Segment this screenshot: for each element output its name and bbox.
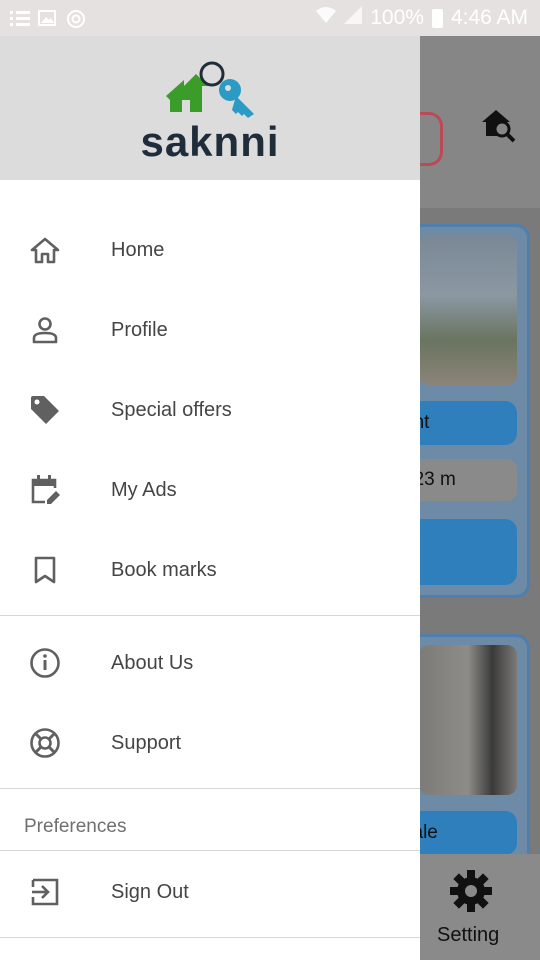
signal-icon — [344, 6, 363, 30]
battery-percentage: 100% — [370, 6, 424, 29]
clock: 4:46 AM — [450, 6, 528, 29]
wifi-icon — [316, 6, 337, 30]
sync-notification-icon — [66, 9, 85, 28]
menu-item-label: Special offers — [111, 398, 232, 421]
menu-item-profile[interactable]: Profile — [0, 290, 420, 370]
saknni-logo-text: saknni — [140, 118, 280, 165]
background-listing-card: ent 123 m — [420, 224, 530, 598]
menu-item-sign-out[interactable]: Sign Out — [0, 852, 420, 932]
notification-list-icon — [10, 9, 30, 27]
house-search-icon — [478, 104, 518, 149]
listing-type-tag: ent — [420, 401, 517, 445]
menu-item-label: Home — [111, 238, 165, 261]
drawer-header: saknni — [0, 36, 420, 180]
menu-item-label: Profile — [111, 318, 168, 341]
tag-icon — [29, 394, 61, 426]
sign-out-icon — [29, 876, 61, 908]
listing-action-bar — [420, 519, 517, 585]
lifebuoy-icon — [29, 727, 61, 759]
bookmark-icon — [29, 554, 61, 586]
menu-item-my-ads[interactable]: My Ads — [0, 450, 420, 530]
menu-item-support[interactable]: Support — [0, 703, 420, 783]
calendar-edit-icon — [29, 474, 61, 506]
setting-label: Setting — [437, 924, 500, 946]
menu-divider — [0, 850, 420, 851]
menu-divider — [0, 937, 420, 938]
navigation-drawer: saknni Home Profile Special offers My Ad… — [0, 36, 420, 960]
menu-item-bookmarks[interactable]: Book marks — [0, 530, 420, 610]
menu-divider — [0, 788, 420, 789]
status-bar: 100% 4:46 AM — [0, 0, 540, 36]
menu-divider — [0, 615, 420, 616]
person-icon — [29, 314, 61, 346]
menu-item-about-us[interactable]: About Us — [0, 623, 420, 703]
info-icon — [29, 647, 61, 679]
menu-item-label: My Ads — [111, 478, 177, 501]
battery-icon — [431, 8, 443, 28]
menu-item-label: Sign Out — [111, 880, 189, 903]
menu-item-label: Book marks — [111, 558, 217, 581]
background-bottom-nav: Setting — [420, 854, 540, 960]
menu-item-special-offers[interactable]: Special offers — [0, 370, 420, 450]
menu-item-home[interactable]: Home — [0, 210, 420, 290]
menu-item-label: About Us — [111, 651, 194, 674]
background-header — [420, 36, 540, 208]
background-search-field — [420, 112, 443, 166]
listing-type-tag: sale — [420, 811, 517, 855]
home-icon — [29, 234, 61, 266]
listing-photo — [420, 645, 517, 795]
preferences-section-header: Preferences — [24, 816, 127, 837]
listing-photo — [420, 235, 517, 385]
image-notification-icon — [38, 9, 56, 27]
gear-icon — [448, 868, 494, 919]
menu-item-label: Support — [111, 731, 182, 754]
background-app-content: ent 123 m sale Setting — [420, 36, 540, 960]
listing-distance: 123 m — [420, 459, 517, 501]
